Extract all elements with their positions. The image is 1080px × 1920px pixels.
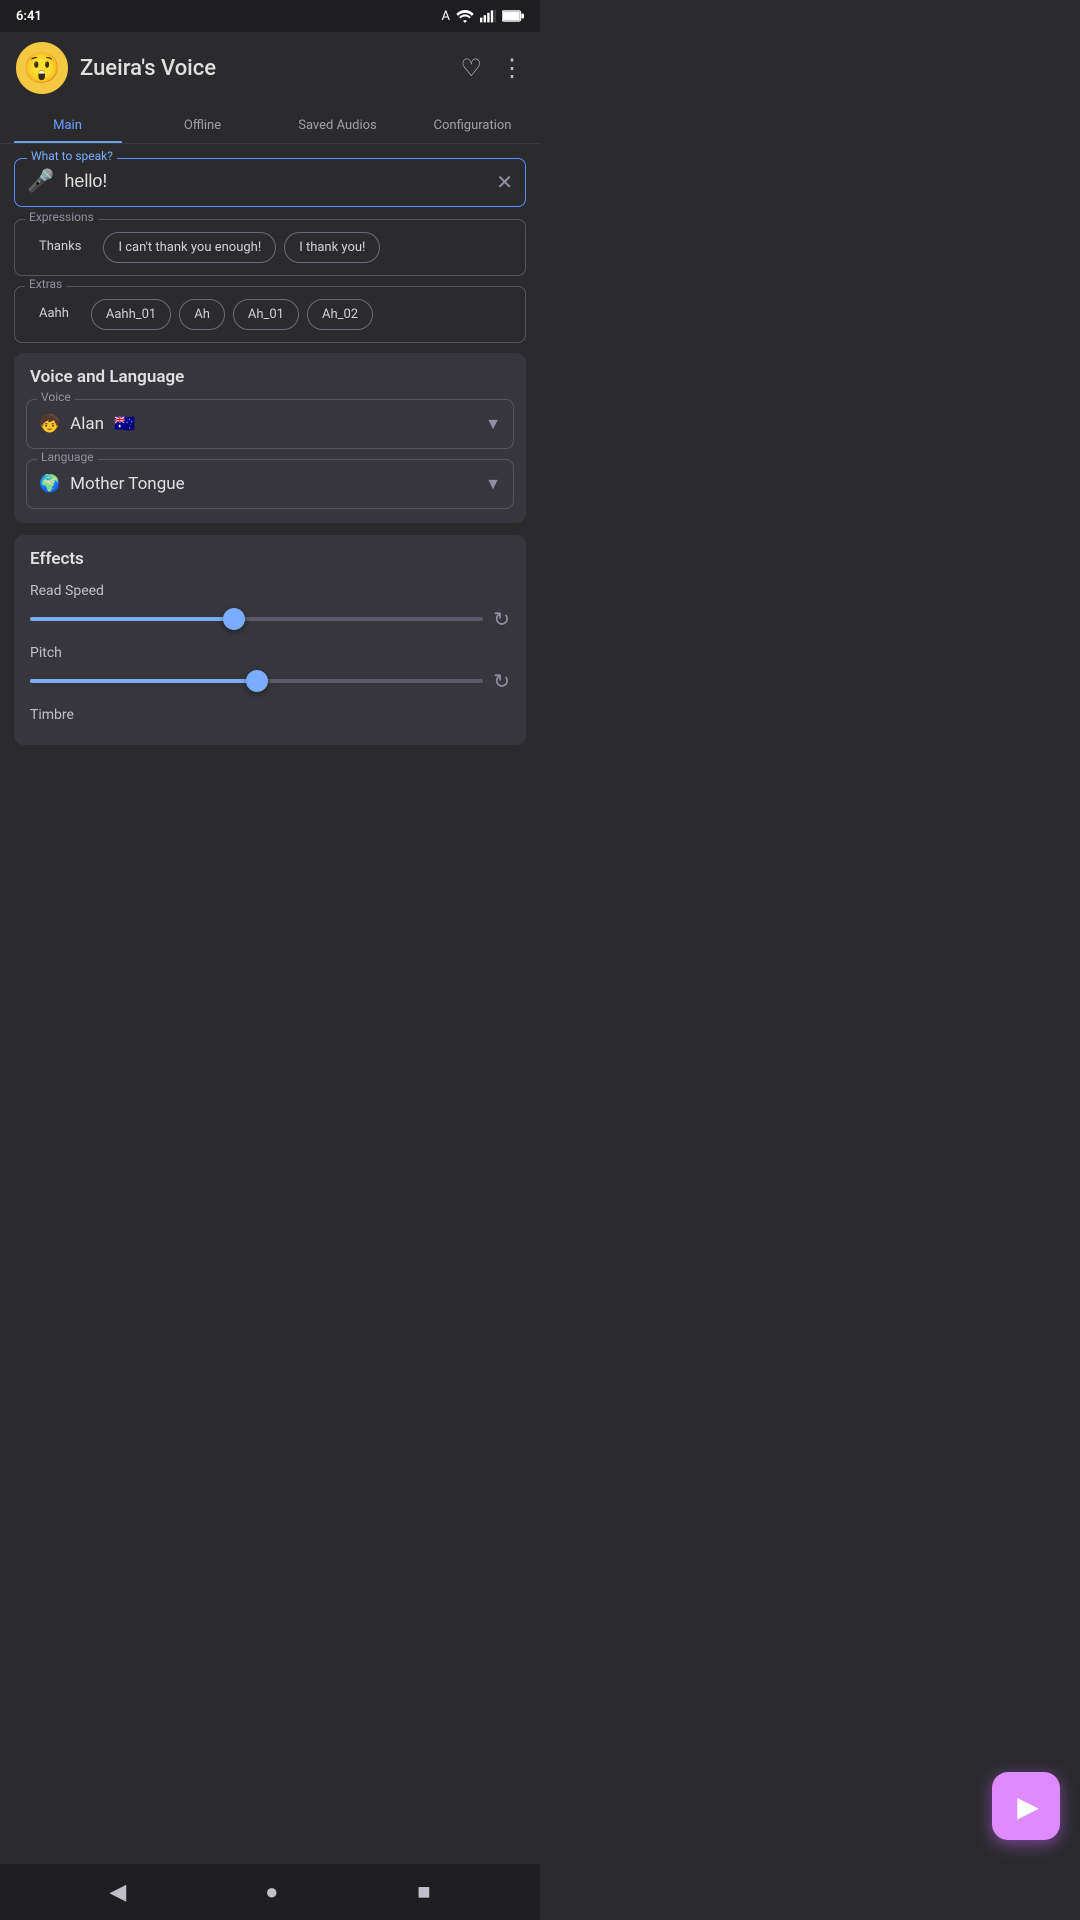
voice-language-title: Voice and Language (14, 353, 526, 387)
tab-offline[interactable]: Offline (135, 104, 270, 143)
pitch-thumb[interactable] (246, 670, 268, 692)
read-speed-reset[interactable]: ↻ (493, 607, 510, 631)
what-to-speak-label: What to speak? (27, 149, 117, 163)
speak-input[interactable] (64, 171, 486, 192)
read-speed-thumb[interactable] (223, 608, 245, 630)
status-bar: 6:41 A (0, 0, 540, 32)
main-content: What to speak? 🎤 ✕ Expressions Thanks I … (0, 144, 540, 343)
more-menu-button[interactable]: ⋮ (500, 54, 524, 82)
app-title: Zueira's Voice (80, 56, 448, 81)
home-nav-button[interactable]: ● (265, 1879, 278, 1905)
chip-cant-thank[interactable]: I can't thank you enough! (103, 232, 276, 263)
read-speed-slider-row: ↻ (30, 607, 510, 631)
expressions-group: Expressions Thanks I can't thank you eno… (14, 219, 526, 276)
tab-main[interactable]: Main (0, 104, 135, 143)
extras-group: Extras Aahh Aahh_01 Ah Ah_01 Ah_02 (14, 286, 526, 343)
chip-thanks[interactable]: Thanks (25, 232, 95, 263)
language-dropdown-arrow: ▼ (485, 474, 501, 494)
read-speed-track[interactable] (30, 617, 483, 621)
extras-chips: Aahh Aahh_01 Ah Ah_01 Ah_02 (25, 299, 515, 330)
language-name: Mother Tongue (70, 474, 184, 494)
mic-icon[interactable]: 🎤 (27, 169, 54, 194)
status-icons: A (442, 9, 524, 24)
language-globe: 🌍 (39, 474, 60, 494)
language-dropdown-field: Language 🌍 Mother Tongue ▼ (26, 459, 514, 509)
effects-card: Effects Read Speed ↻ Pitch ↻ Timbre (14, 535, 526, 745)
wifi-icon (456, 10, 474, 23)
chip-ah01[interactable]: Ah_01 (233, 299, 299, 330)
app-header: 😲 Zueira's Voice ♡ ⋮ (0, 32, 540, 104)
play-fab-button[interactable]: ▶ (992, 1772, 1060, 1840)
pitch-slider-row: ↻ (30, 669, 510, 693)
chip-i-thank-you[interactable]: I thank you! (284, 232, 380, 263)
what-to-speak-field: What to speak? 🎤 ✕ (14, 158, 526, 207)
chip-ah[interactable]: Ah (179, 299, 225, 330)
expressions-label: Expressions (25, 210, 98, 224)
language-dropdown[interactable]: 🌍 Mother Tongue ▼ (39, 466, 501, 498)
read-speed-fill (30, 617, 234, 621)
pitch-label: Pitch (30, 645, 510, 661)
signal-icon (480, 9, 496, 23)
input-row: 🎤 ✕ (27, 169, 513, 194)
voice-dropdown[interactable]: 🧒 Alan 🇦🇺 ▼ (39, 406, 501, 438)
back-nav-button[interactable]: ◀ (109, 1880, 126, 1905)
voice-name: Alan (70, 414, 104, 434)
clear-icon[interactable]: ✕ (496, 170, 513, 194)
battery-icon (502, 10, 524, 22)
voice-field-label: Voice (37, 390, 75, 404)
play-icon: ▶ (1017, 1790, 1039, 1823)
bottom-nav: ◀ ● ■ (0, 1864, 540, 1920)
language-value: 🌍 Mother Tongue (39, 474, 185, 494)
timbre-partial-label: Timbre (30, 707, 510, 729)
voice-flag: 🇦🇺 (114, 414, 135, 434)
language-field-label: Language (37, 450, 98, 464)
pitch-track[interactable] (30, 679, 483, 683)
voice-emoji: 🧒 (39, 414, 60, 434)
tab-saved-audios[interactable]: Saved Audios (270, 104, 405, 143)
tab-bar: Main Offline Saved Audios Configuration (0, 104, 540, 144)
extras-label: Extras (25, 277, 66, 291)
favorite-button[interactable]: ♡ (460, 54, 482, 82)
pitch-fill (30, 679, 257, 683)
expressions-chips: Thanks I can't thank you enough! I thank… (25, 232, 515, 263)
avatar: 😲 (16, 42, 68, 94)
read-speed-label: Read Speed (30, 583, 510, 599)
chip-ah02[interactable]: Ah_02 (307, 299, 373, 330)
pitch-reset[interactable]: ↻ (493, 669, 510, 693)
status-time: 6:41 (16, 9, 42, 24)
keyboard-icon: A (442, 9, 450, 24)
effects-title: Effects (30, 549, 510, 569)
header-actions: ♡ ⋮ (460, 54, 524, 82)
recents-nav-button[interactable]: ■ (417, 1879, 430, 1905)
tab-configuration[interactable]: Configuration (405, 104, 540, 143)
voice-dropdown-arrow: ▼ (485, 414, 501, 434)
chip-aahh[interactable]: Aahh (25, 299, 83, 330)
voice-dropdown-field: Voice 🧒 Alan 🇦🇺 ▼ (26, 399, 514, 449)
voice-value: 🧒 Alan 🇦🇺 (39, 414, 135, 434)
chip-aahh01[interactable]: Aahh_01 (91, 299, 171, 330)
voice-language-card: Voice and Language Voice 🧒 Alan 🇦🇺 ▼ Lan… (14, 353, 526, 523)
